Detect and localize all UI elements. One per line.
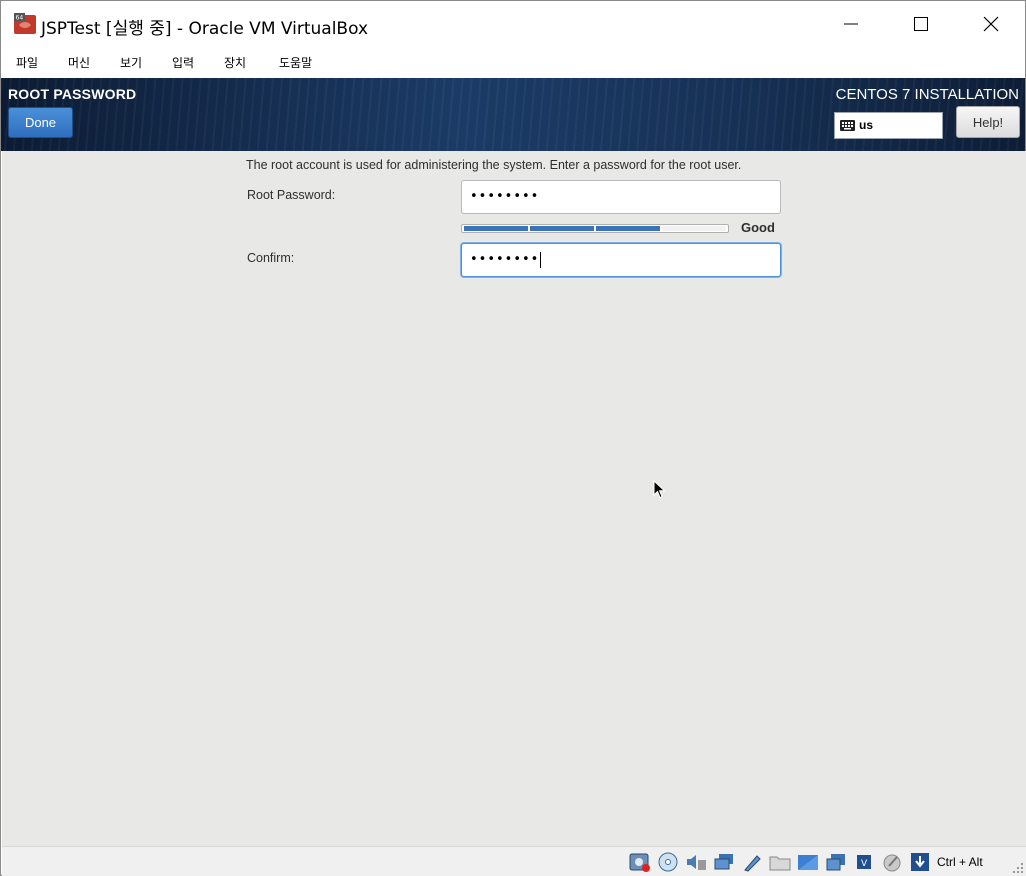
usb-icon[interactable] [741, 852, 763, 872]
status-bar: V Ctrl + Alt [2, 846, 1026, 876]
text-caret [540, 251, 542, 268]
minimize-icon [844, 23, 858, 25]
maximize-icon [914, 17, 928, 31]
root-password-input[interactable]: •••••••• [461, 180, 781, 214]
root-password-label: Root Password: [247, 188, 336, 202]
virtualbox-app-icon: 64 [14, 13, 36, 34]
download-arrow-icon[interactable] [909, 852, 931, 872]
confirm-password-label: Confirm: [247, 251, 295, 265]
title-bar: 64 JSPTest [실행 중] - Oracle VM VirtualBox [1, 1, 1025, 47]
svg-text:64: 64 [16, 15, 24, 22]
spoke-title: ROOT PASSWORD [8, 86, 137, 102]
shared-folder-icon[interactable] [769, 852, 791, 872]
optical-drive-icon[interactable] [629, 852, 651, 872]
mouse-integration-icon[interactable] [881, 852, 903, 872]
help-button[interactable]: Help! [956, 106, 1020, 138]
confirm-password-value: •••••••• [470, 252, 540, 267]
maximize-button[interactable] [886, 1, 956, 47]
resize-grip-icon[interactable] [1012, 862, 1024, 874]
keyboard-icon [840, 120, 855, 131]
done-button[interactable]: Done [8, 107, 73, 138]
installation-title: CENTOS 7 INSTALLATION [835, 86, 1019, 103]
strength-segment [530, 226, 594, 231]
virtualbox-window: 64 JSPTest [실행 중] - Oracle VM VirtualBox… [0, 0, 1026, 876]
menu-bar: 파일 머신 보기 입력 장치 도움말 [1, 47, 1025, 77]
network-icon[interactable] [713, 852, 735, 872]
window-title: JSPTest [실행 중] - Oracle VM VirtualBox [41, 19, 369, 39]
menu-devices[interactable]: 장치 [224, 54, 246, 71]
menu-help[interactable]: 도움말 [279, 54, 312, 71]
close-icon [983, 16, 999, 32]
strength-segment [662, 226, 726, 231]
host-key-label: Ctrl + Alt [937, 855, 983, 869]
keyboard-layout-indicator[interactable]: us [834, 112, 943, 139]
minimize-button[interactable] [816, 1, 886, 47]
keyboard-layout-label: us [859, 118, 874, 132]
strength-segment [596, 226, 660, 231]
screen-capture-icon[interactable] [825, 852, 847, 872]
menu-machine[interactable]: 머신 [68, 54, 90, 71]
mouse-pointer-icon [653, 480, 666, 499]
confirm-password-input[interactable]: •••••••• [461, 243, 781, 277]
password-strength-bar [461, 224, 729, 233]
cd-icon[interactable] [657, 852, 679, 872]
menu-input[interactable]: 입력 [172, 54, 194, 71]
audio-icon[interactable] [685, 852, 707, 872]
close-button[interactable] [956, 1, 1026, 47]
display-icon[interactable] [797, 852, 819, 872]
cpu-icon[interactable]: V [853, 852, 875, 872]
menu-view[interactable]: 보기 [120, 54, 142, 71]
strength-segment [464, 226, 528, 231]
root-password-value: •••••••• [470, 189, 540, 204]
menu-file[interactable]: 파일 [16, 54, 38, 71]
svg-text:V: V [861, 859, 868, 869]
root-password-description: The root account is used for administeri… [246, 158, 742, 172]
password-strength-label: Good [741, 220, 775, 235]
